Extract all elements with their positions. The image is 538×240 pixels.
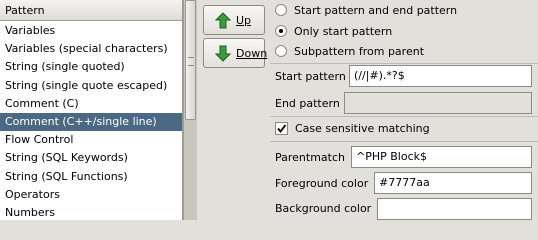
- divider: [270, 141, 538, 142]
- list-item[interactable]: Variables: [0, 22, 182, 40]
- list-scrollbar[interactable]: [183, 0, 197, 220]
- foreground-color-label: Foreground color: [275, 177, 369, 190]
- list-item-label: String (single quoted): [5, 60, 125, 74]
- divider: [270, 116, 538, 117]
- start-pattern-label: Start pattern: [275, 70, 346, 83]
- parentmatch-input[interactable]: ^PHP Block$: [351, 146, 532, 168]
- move-up-label: Up: [236, 14, 252, 27]
- radio-label: Subpattern from parent: [294, 45, 425, 58]
- move-down-button[interactable]: Down: [203, 38, 268, 68]
- parentmatch-value: ^PHP Block$: [356, 150, 428, 163]
- list-item-label: Numbers: [5, 206, 55, 219]
- end-pattern-label: End pattern: [275, 97, 340, 110]
- checkmark-icon: [277, 124, 287, 133]
- radio-indicator-selected: [275, 25, 287, 37]
- start-pattern-value: (//|#).*?$: [354, 69, 405, 82]
- list-item[interactable]: Variables (special characters): [0, 40, 182, 58]
- list-item[interactable]: Flow Control: [0, 131, 182, 149]
- list-item-selected[interactable]: Comment (C++/single line): [0, 113, 182, 131]
- end-pattern-input: [344, 92, 532, 114]
- pattern-column-header[interactable]: Pattern: [0, 0, 182, 21]
- list-item-label: String (SQL Functions): [5, 169, 128, 183]
- case-sensitive-checkbox[interactable]: [275, 122, 288, 135]
- list-item-label: Variables (special characters): [5, 42, 168, 56]
- pattern-list[interactable]: Pattern Variables Variables (special char…: [0, 0, 183, 220]
- radio-label: Only start pattern: [294, 25, 393, 38]
- start-pattern-input[interactable]: (//|#).*?$: [349, 65, 532, 87]
- list-item-label: Comment (C): [5, 96, 79, 110]
- list-item[interactable]: Numbers: [0, 204, 182, 220]
- radio-label: Start pattern and end pattern: [294, 4, 458, 17]
- scrollbar-thumb[interactable]: [185, 0, 196, 120]
- background-color-input[interactable]: [377, 198, 532, 220]
- arrow-up-icon: [215, 12, 231, 29]
- list-item-label: Flow Control: [5, 133, 74, 147]
- list-item[interactable]: String (single quoted): [0, 58, 182, 76]
- list-item[interactable]: String (SQL Functions): [0, 168, 182, 186]
- case-sensitive-label[interactable]: Case sensitive matching: [295, 122, 430, 135]
- parentmatch-label: Parentmatch: [275, 151, 346, 164]
- list-item[interactable]: String (SQL Keywords): [0, 149, 182, 167]
- foreground-color-value: #7777aa: [379, 176, 430, 189]
- list-item-label: Variables: [5, 24, 56, 37]
- radio-indicator: [275, 4, 287, 16]
- list-item[interactable]: Operators: [0, 186, 182, 204]
- list-item[interactable]: Comment (C): [0, 95, 182, 113]
- list-item-label: String (single quote escaped): [5, 78, 168, 92]
- list-item-label: String (SQL Keywords): [5, 151, 128, 165]
- list-item-label: Comment (C++/single line): [5, 115, 157, 128]
- radio-indicator: [275, 45, 287, 57]
- list-item[interactable]: String (single quote escaped): [0, 77, 182, 95]
- pattern-column-header-label: Pattern: [5, 4, 45, 17]
- background-color-label: Background color: [275, 202, 372, 215]
- list-item-label: Operators: [5, 187, 60, 201]
- arrow-down-icon: [215, 45, 231, 62]
- foreground-color-input[interactable]: #7777aa: [374, 172, 532, 194]
- divider: [270, 63, 538, 64]
- move-up-button[interactable]: Up: [203, 5, 265, 35]
- scrollbar-grip: [188, 57, 194, 66]
- move-down-label: Down: [236, 47, 268, 60]
